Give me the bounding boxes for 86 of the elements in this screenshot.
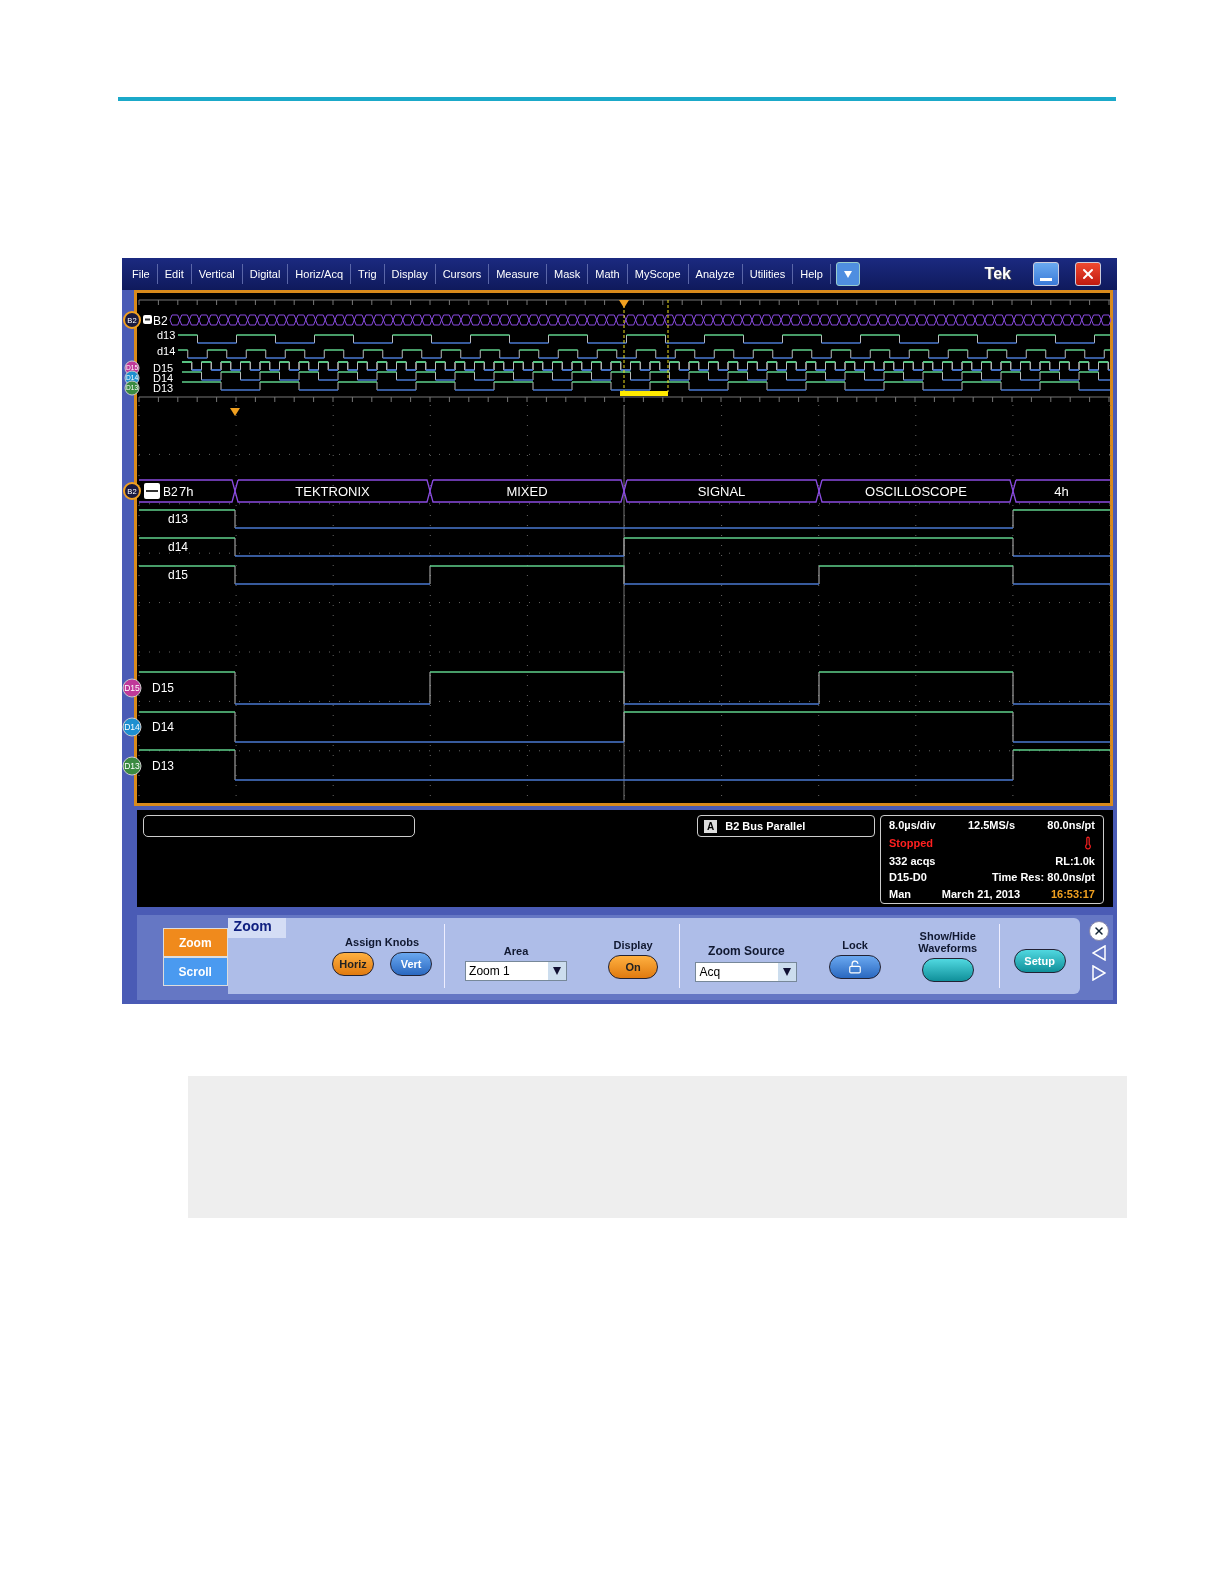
channel-label: D14 <box>152 720 174 734</box>
menu-item[interactable]: Edit <box>157 264 192 284</box>
menu-item[interactable]: Vertical <box>191 264 243 284</box>
readout-text: RL:1.0k <box>1055 854 1095 867</box>
display-toggle[interactable]: On <box>608 955 659 979</box>
padlock-icon <box>848 960 863 974</box>
bus-value: 7h <box>179 484 194 499</box>
menu-item[interactable]: Display <box>384 264 436 284</box>
channel-label: d13 <box>157 329 176 341</box>
panel-title: Zoom <box>227 918 286 938</box>
trigger-readout[interactable]: A B2 Bus Parallel <box>697 815 875 837</box>
field-label: Area <box>503 945 529 957</box>
channel-badge[interactable]: D13 <box>122 756 142 776</box>
readout-text: 80.0ns/pt <box>1047 819 1095 831</box>
menu-item[interactable]: Horiz/Acq <box>288 264 352 284</box>
field-label: Lock <box>842 939 868 951</box>
channel-label: d14 <box>168 540 189 554</box>
zoom-range-bar <box>620 391 668 396</box>
readout-text: 8.0µs/div <box>889 819 936 831</box>
collapse-icon[interactable] <box>144 483 160 499</box>
field-label: Zoom Source <box>708 944 785 958</box>
caret-icon <box>783 968 792 976</box>
field-label: Display <box>613 939 653 951</box>
close-button[interactable] <box>1075 262 1101 286</box>
channel-label: D13 <box>152 759 174 773</box>
readout-text: Stopped <box>889 836 933 849</box>
channel-label: D14 <box>153 372 174 384</box>
menu-item[interactable]: Utilities <box>742 264 794 284</box>
minimize-button[interactable] <box>1033 262 1059 286</box>
menu-item[interactable]: Mask <box>547 264 589 284</box>
section-label: Assign Knobs <box>345 936 420 948</box>
channel-label: D15 <box>152 681 174 695</box>
bus-value: TEKTRONIX <box>295 484 370 499</box>
zoom-window-marker[interactable] <box>623 299 669 393</box>
left-arrow-icon[interactable] <box>1092 945 1107 961</box>
menu-item[interactable]: Analyze <box>688 264 743 284</box>
bus-value: MIXED <box>506 484 548 499</box>
readout-text: March 21, 2013 <box>941 888 1021 900</box>
channel-label: d13 <box>168 512 189 526</box>
close-icon <box>1093 925 1106 937</box>
acquisition-readout[interactable]: 8.0µs/div 12.5MS/s 80.0ns/pt Stopped 332 acqs RL:1.0k D15-D0 Time Res: 80.0ns/pt Man March 21, 2013 16:53:17 <box>880 815 1104 904</box>
close-icon <box>1080 266 1096 282</box>
menu-item[interactable]: Trig <box>351 264 385 284</box>
caret-icon <box>553 967 562 975</box>
lock-button[interactable] <box>829 955 882 979</box>
knob-button[interactable]: Horiz <box>332 952 375 976</box>
bus-label: B2 <box>153 314 168 328</box>
trigger-source: A <box>704 819 718 833</box>
trigger-label: B2 Bus Parallel <box>725 820 806 832</box>
readout-text: Time Res: 80.0ns/pt <box>991 871 1095 884</box>
readout-text: D15-D0 <box>889 871 927 884</box>
bus-value: OSCILLOSCOPE <box>865 484 967 499</box>
channel-label: d15 <box>168 568 189 582</box>
dropdown-button[interactable] <box>835 262 860 286</box>
brand-logo: Tek <box>984 265 1011 283</box>
channel-label: d14 <box>157 345 176 357</box>
channel-label: D15 <box>153 362 174 374</box>
channel-badge[interactable]: D14 <box>122 717 142 737</box>
right-arrow-icon[interactable] <box>1092 965 1107 981</box>
menu-item[interactable]: File <box>125 264 158 284</box>
area-dropdown[interactable]: Zoom 1 <box>465 961 568 981</box>
show-hide-button[interactable] <box>921 958 974 982</box>
collapse-icon[interactable] <box>143 315 152 324</box>
readout-text: Man <box>889 888 911 900</box>
menu-item[interactable]: MyScope <box>627 264 689 284</box>
readout-text: 332 acqs <box>889 854 936 867</box>
bus-value: SIGNAL <box>697 484 746 499</box>
menu-item[interactable]: Help <box>793 264 831 284</box>
channel-badge[interactable]: D15 <box>122 678 142 698</box>
zoom-source-dropdown[interactable]: Acq <box>695 962 798 982</box>
trigger-marker-icon[interactable] <box>230 408 240 416</box>
readout-text: 12.5MS/s <box>967 819 1016 831</box>
readout-text: 16:53:17 <box>1050 888 1095 900</box>
menu-item[interactable]: Cursors <box>435 264 490 284</box>
channel-label: D13 <box>153 382 174 394</box>
bus-label: B2 <box>163 485 178 499</box>
trigger-marker-icon[interactable] <box>619 300 629 308</box>
knob-button[interactable]: Vert <box>390 952 433 976</box>
close-button[interactable] <box>1089 921 1110 941</box>
bus-value: 4h <box>1054 484 1069 499</box>
menu-item[interactable]: Digital <box>242 264 289 284</box>
menu-item[interactable]: Math <box>588 264 628 284</box>
minimize-icon <box>1040 277 1052 281</box>
field-label: Show/Hide Waveforms <box>917 930 979 954</box>
caret-icon <box>843 270 852 278</box>
menu-item[interactable]: Measure <box>489 264 547 284</box>
